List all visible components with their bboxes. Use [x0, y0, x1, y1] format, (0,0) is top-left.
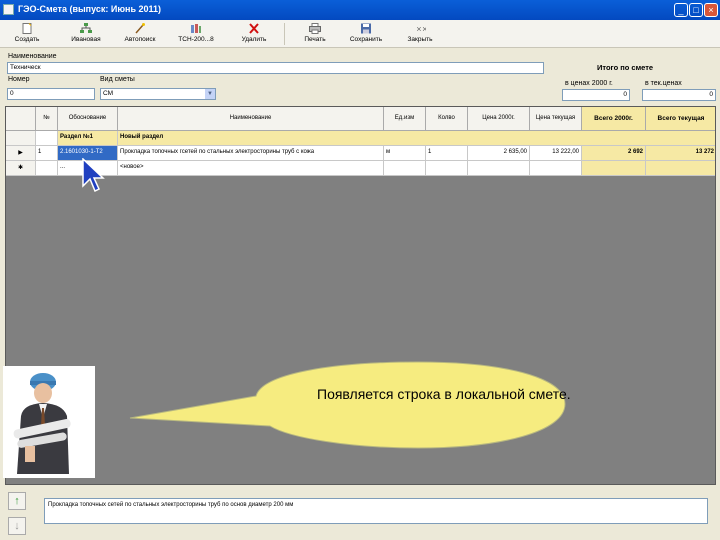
current-row-marker: ▶	[6, 146, 36, 161]
new-row-totalcur-cell[interactable]	[646, 161, 715, 176]
new-document-icon	[22, 23, 32, 34]
printer-icon	[309, 23, 321, 34]
row-totalcur-cell[interactable]: 13 272	[646, 146, 715, 161]
price2000-label: в ценах 2000 г.	[565, 80, 613, 87]
prices-button[interactable]: Ивановая	[66, 23, 106, 43]
name-label: Наименование	[8, 53, 57, 60]
description-memo[interactable]: Прокладка топочных сетей по стальных эле…	[44, 498, 708, 524]
col-header-unit[interactable]: Ед.изм	[384, 107, 426, 131]
print-button[interactable]: Печать	[298, 23, 332, 43]
toolbar-separator	[284, 23, 285, 45]
new-row-name-cell[interactable]: <новое>	[118, 161, 384, 176]
app-icon	[3, 4, 14, 15]
mouse-pointer-icon	[82, 158, 105, 193]
toolbar: Создать Ивановая Автопоиск ТСН-200...8 У…	[0, 20, 720, 48]
window-title: ГЭО-Смета (выпуск: Июнь 2011)	[18, 4, 162, 14]
current-field[interactable]: 0	[642, 89, 716, 101]
magic-wand-icon	[135, 23, 145, 34]
col-header-price2000[interactable]: Цена 2000г.	[468, 107, 530, 131]
current-label: в тек.ценах	[645, 80, 682, 87]
row-name-cell[interactable]: Прокладка топочных гсетей по стальных эл…	[118, 146, 384, 161]
save-button[interactable]: Сохранить	[344, 23, 388, 43]
col-header-pricecur[interactable]: Цена текущая	[530, 107, 582, 131]
col-header-qty[interactable]: Колво	[426, 107, 468, 131]
estimate-table[interactable]: № Обоснование Наименование Ед.изм Колво …	[5, 106, 716, 485]
svg-text:⨯⨯: ⨯⨯	[416, 26, 426, 33]
move-down-button[interactable]: ↓	[8, 517, 26, 535]
col-header-totalcur[interactable]: Всего текущая	[646, 107, 715, 131]
new-row-pricecur-cell[interactable]	[530, 161, 582, 176]
name-field[interactable]: Техническ	[7, 62, 544, 74]
number-field[interactable]: 0	[7, 88, 95, 100]
bottom-panel: ↑ ↓ Прокладка топочных сетей по стальных…	[0, 486, 720, 540]
new-row-qty-cell[interactable]	[426, 161, 468, 176]
row-pricecur-cell[interactable]: 13 222,00	[530, 146, 582, 161]
row-total2000-cell[interactable]: 2 692	[582, 146, 646, 161]
close-window-button[interactable]: ×	[704, 3, 718, 17]
row-unit-cell[interactable]: м	[384, 146, 426, 161]
col-header-name[interactable]: Наименование	[118, 107, 384, 131]
row-qty-cell[interactable]: 1	[426, 146, 468, 161]
callout-text: Появляется строка в локальной смете.	[317, 386, 571, 402]
col-header-num[interactable]: №	[36, 107, 58, 131]
row-marker	[6, 131, 36, 146]
row-marker-header	[6, 107, 36, 131]
price2000-field[interactable]: 0	[562, 89, 630, 101]
hierarchy-icon	[80, 23, 92, 33]
maximize-button[interactable]: □	[689, 3, 703, 17]
move-up-button[interactable]: ↑	[8, 492, 26, 510]
tsn-button[interactable]: ТСН-200...8	[172, 23, 220, 43]
close-button[interactable]: ⨯⨯ Закрыть	[402, 23, 438, 43]
create-button[interactable]: Создать	[10, 23, 44, 43]
engineer-illustration	[13, 373, 71, 474]
total-label: Итого по смете	[597, 63, 654, 72]
number-label: Номер	[8, 76, 30, 83]
books-icon	[191, 24, 201, 33]
col-header-total2000[interactable]: Всего 2000г.	[582, 107, 646, 131]
delete-button[interactable]: Удалить	[236, 23, 272, 43]
section-num-cell[interactable]	[36, 131, 58, 146]
row-price2000-cell[interactable]: 2 635,00	[468, 146, 530, 161]
delete-x-icon	[249, 23, 259, 34]
type-select-value: СМ	[103, 90, 114, 97]
exit-icon: ⨯⨯	[416, 26, 426, 33]
new-row-marker: ✱	[6, 161, 36, 176]
type-select[interactable]: СМ ▼	[100, 88, 216, 100]
chevron-down-icon[interactable]: ▼	[205, 89, 215, 99]
new-row-unit-cell[interactable]	[384, 161, 426, 176]
presenter-photo	[3, 366, 95, 478]
type-label: Вид сметы	[100, 76, 135, 83]
minimize-button[interactable]: _	[674, 3, 688, 17]
section-code-cell[interactable]: Раздел №1	[58, 131, 118, 146]
floppy-disk-icon	[361, 23, 371, 34]
autosearch-button[interactable]: Автопоиск	[120, 23, 160, 43]
row-num-cell[interactable]: 1	[36, 146, 58, 161]
new-row-total2000-cell[interactable]	[582, 161, 646, 176]
new-row-price2000-cell[interactable]	[468, 161, 530, 176]
section-name-cell[interactable]: Новый раздел	[118, 131, 715, 146]
col-header-code[interactable]: Обоснование	[58, 107, 118, 131]
new-row-num-cell[interactable]	[36, 161, 58, 176]
window-titlebar: ГЭО-Смета (выпуск: Июнь 2011)	[0, 0, 720, 20]
